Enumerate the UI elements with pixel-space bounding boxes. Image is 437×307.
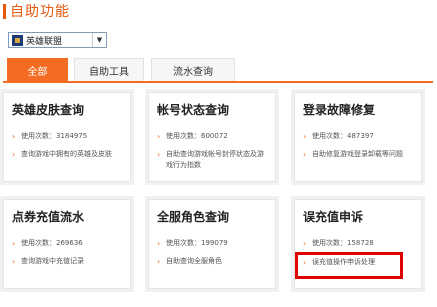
- card-usage-count: › 使用次数：487397: [303, 132, 374, 141]
- card-login-repair[interactable]: 登录故障修复 › 使用次数：487397 › 自助修复游戏登录卸载等问题: [294, 92, 422, 182]
- card-usage-count: › 使用次数：3184975: [12, 132, 88, 141]
- chevron-right-icon: ›: [12, 132, 16, 141]
- card-title: 全服角色查询: [157, 210, 230, 224]
- card-hero-skin-query[interactable]: 英雄皮肤查询 › 使用次数：3184975 › 查询游戏中拥有的英雄及皮肤: [3, 92, 131, 182]
- card-account-status-query[interactable]: 帐号状态查询 › 使用次数：600072 › 自助查询游戏帐号封停状态及游戏行为…: [148, 92, 276, 182]
- chevron-right-icon: ›: [157, 257, 161, 266]
- game-select-value: 英雄联盟: [26, 36, 63, 47]
- chevron-right-icon: ›: [303, 258, 307, 267]
- chevron-down-icon[interactable]: ▼: [92, 33, 106, 47]
- card-usage-count: › 使用次数：199079: [157, 239, 228, 248]
- chevron-right-icon: ›: [303, 239, 307, 248]
- game-logo-icon: [12, 34, 23, 46]
- card-title: 帐号状态查询: [157, 103, 230, 117]
- page-header: 自助功能: [3, 2, 70, 20]
- tab-self-service-tools[interactable]: 自助工具: [74, 58, 144, 81]
- card-usage-count: › 使用次数：158728: [303, 239, 374, 248]
- card-description-link[interactable]: › 自助修复游戏登录卸载等问题: [303, 149, 415, 160]
- header-accent-bar: [3, 3, 6, 19]
- card-title: 误充值申诉: [303, 210, 364, 224]
- chevron-right-icon: ›: [12, 239, 16, 248]
- card-description-link[interactable]: › 自助查询游戏帐号封停状态及游戏行为指数: [157, 149, 269, 171]
- chevron-right-icon: ›: [157, 239, 161, 248]
- card-usage-count: › 使用次数：269636: [12, 239, 83, 248]
- card-title: 英雄皮肤查询: [12, 103, 85, 117]
- card-title: 登录故障修复: [303, 103, 376, 117]
- game-select[interactable]: 英雄联盟 ▼: [8, 32, 107, 48]
- card-description-link[interactable]: › 自助查询全服角色: [157, 256, 269, 267]
- card-points-recharge-history[interactable]: 点券充值流水 › 使用次数：269636 › 查询游戏中充值记录: [3, 199, 131, 289]
- tab-transaction-query[interactable]: 流水查询: [151, 58, 235, 81]
- chevron-right-icon: ›: [157, 132, 161, 141]
- card-mistaken-recharge-appeal[interactable]: 误充值申诉 › 使用次数：158728 › 误充值操作申诉处理: [294, 199, 422, 289]
- card-title: 点券充值流水: [12, 210, 85, 224]
- chevron-right-icon: ›: [12, 150, 16, 159]
- chevron-right-icon: ›: [157, 150, 161, 159]
- page-title: 自助功能: [10, 4, 70, 20]
- card-server-role-query[interactable]: 全服角色查询 › 使用次数：199079 › 自助查询全服角色: [148, 199, 276, 289]
- card-description-link[interactable]: › 查询游戏中拥有的英雄及皮肤: [12, 149, 124, 160]
- card-description-link[interactable]: › 查询游戏中充值记录: [12, 256, 124, 267]
- chevron-right-icon: ›: [303, 150, 307, 159]
- tabs-underline: [3, 81, 433, 83]
- chevron-right-icon: ›: [12, 257, 16, 266]
- card-usage-count: › 使用次数：600072: [157, 132, 228, 141]
- tab-all[interactable]: 全部: [7, 58, 68, 81]
- card-description-link[interactable]: › 误充值操作申诉处理: [303, 257, 415, 268]
- chevron-right-icon: ›: [303, 132, 307, 141]
